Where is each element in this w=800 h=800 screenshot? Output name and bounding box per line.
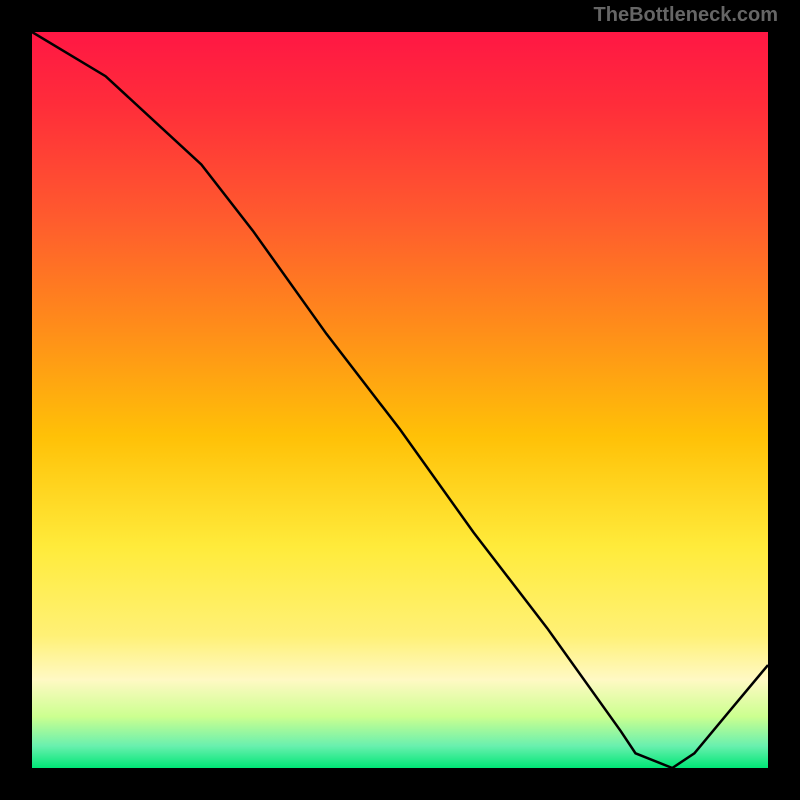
watermark-label: TheBottleneck.com xyxy=(594,4,778,27)
plot-area xyxy=(30,30,770,770)
chart-container: TheBottleneck.com xyxy=(0,0,800,800)
chart-background xyxy=(32,32,768,768)
chart-svg xyxy=(32,32,768,768)
